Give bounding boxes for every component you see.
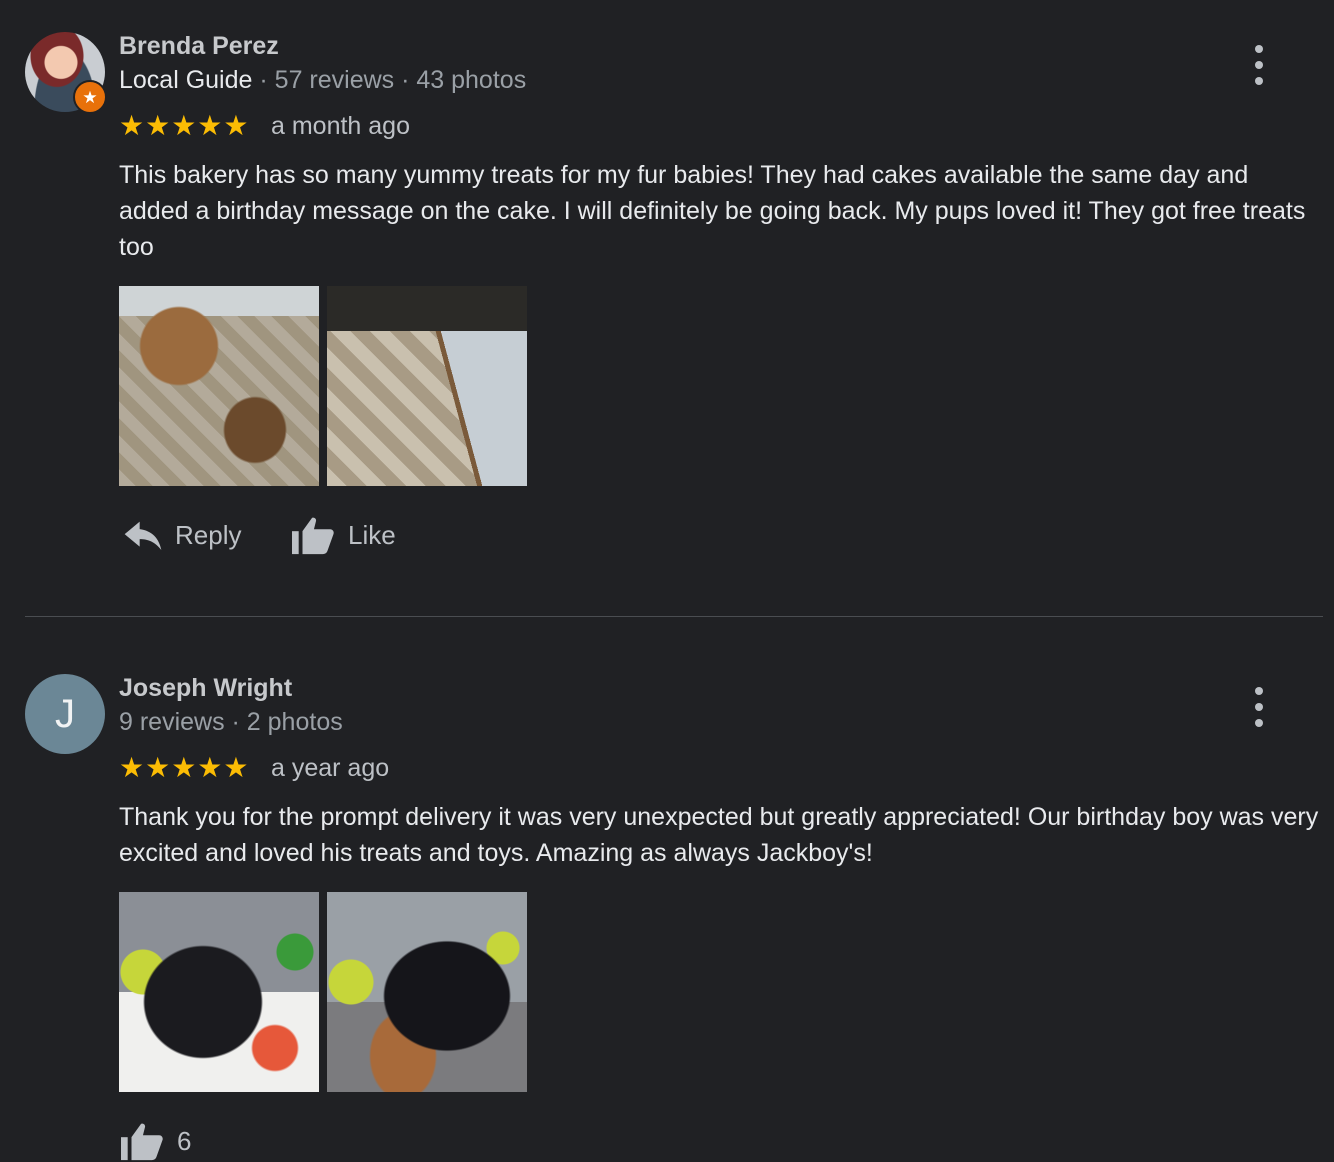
- review-photo[interactable]: [327, 286, 527, 486]
- reply-label: Reply: [175, 519, 242, 550]
- review-text: This bakery has so many yummy treats for…: [119, 161, 1306, 261]
- reviewer-stats: 9 reviews · 2 photos: [119, 708, 343, 736]
- reply-icon: [124, 521, 162, 550]
- star-rating: ★★★★★: [119, 752, 250, 783]
- local-guide-star-icon: ★: [73, 80, 107, 114]
- reviewer-stats: · 57 reviews · 43 photos: [259, 66, 527, 94]
- reviewer-name[interactable]: Joseph Wright: [119, 674, 292, 703]
- reply-button[interactable]: Reply: [123, 518, 241, 552]
- like-label: Like: [348, 519, 396, 550]
- reviewer-avatar[interactable]: J: [25, 674, 105, 754]
- reviewer-meta: Local Guide · 57 reviews · 43 photos: [119, 66, 526, 95]
- local-guide-label: Local Guide: [119, 66, 253, 94]
- thumbs-up-icon: [121, 1123, 163, 1161]
- review-divider: [25, 616, 1323, 617]
- review-photo[interactable]: [119, 892, 319, 1092]
- review-photo[interactable]: [327, 892, 527, 1092]
- review-photo[interactable]: [119, 286, 319, 486]
- review-time: a month ago: [271, 112, 410, 140]
- like-button[interactable]: 6: [119, 1120, 191, 1162]
- more-options-icon[interactable]: [1246, 687, 1272, 727]
- like-button[interactable]: Like: [290, 514, 396, 556]
- thumbs-up-icon: [292, 517, 334, 555]
- avatar-letter: J: [55, 691, 75, 736]
- reviewer-name[interactable]: Brenda Perez: [119, 32, 279, 61]
- star-rating: ★★★★★: [119, 110, 250, 141]
- review-text: Thank you for the prompt delivery it was…: [119, 803, 1319, 867]
- review-time: a year ago: [271, 754, 390, 782]
- more-options-icon[interactable]: [1246, 45, 1272, 85]
